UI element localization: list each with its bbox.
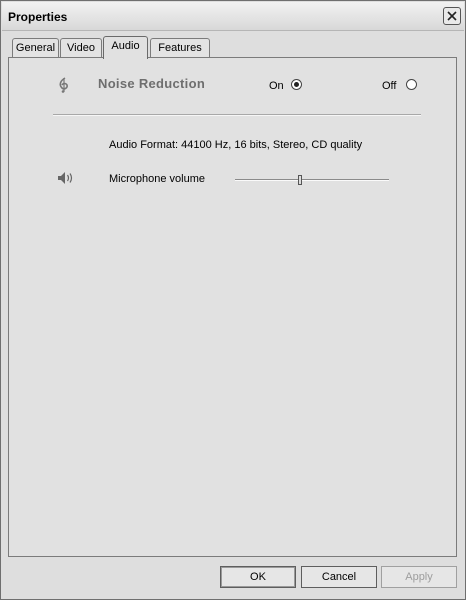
audio-format-text: Audio Format: 44100 Hz, 16 bits, Stereo,…: [109, 139, 363, 151]
cancel-button[interactable]: Cancel: [301, 566, 377, 588]
noise-reduction-label: Noise Reduction: [98, 76, 206, 91]
speaker-icon: [58, 172, 73, 184]
tab-general[interactable]: General: [12, 38, 59, 57]
noise-on-radio[interactable]: [291, 79, 302, 90]
noise-on-label: On: [269, 80, 284, 92]
tab-video[interactable]: Video: [60, 38, 102, 57]
apply-button[interactable]: Apply: [381, 566, 457, 588]
ok-button[interactable]: OK: [220, 566, 296, 588]
window-title: Properties: [8, 10, 68, 24]
noise-off-radio[interactable]: [406, 79, 417, 90]
microphone-volume-slider[interactable]: [235, 179, 389, 181]
tab-features[interactable]: Features: [150, 38, 210, 57]
title-bar: Properties: [2, 2, 464, 31]
close-icon: [447, 11, 457, 21]
close-button[interactable]: [443, 7, 461, 25]
audio-panel: [8, 57, 457, 557]
microphone-volume-label: Microphone volume: [109, 173, 205, 185]
radio-selected-dot: [294, 82, 299, 87]
noise-off-label: Off: [382, 80, 397, 92]
clef-icon: [59, 77, 68, 93]
tab-audio[interactable]: Audio: [103, 36, 148, 59]
section-divider: [53, 114, 421, 116]
microphone-volume-thumb[interactable]: [298, 175, 302, 185]
